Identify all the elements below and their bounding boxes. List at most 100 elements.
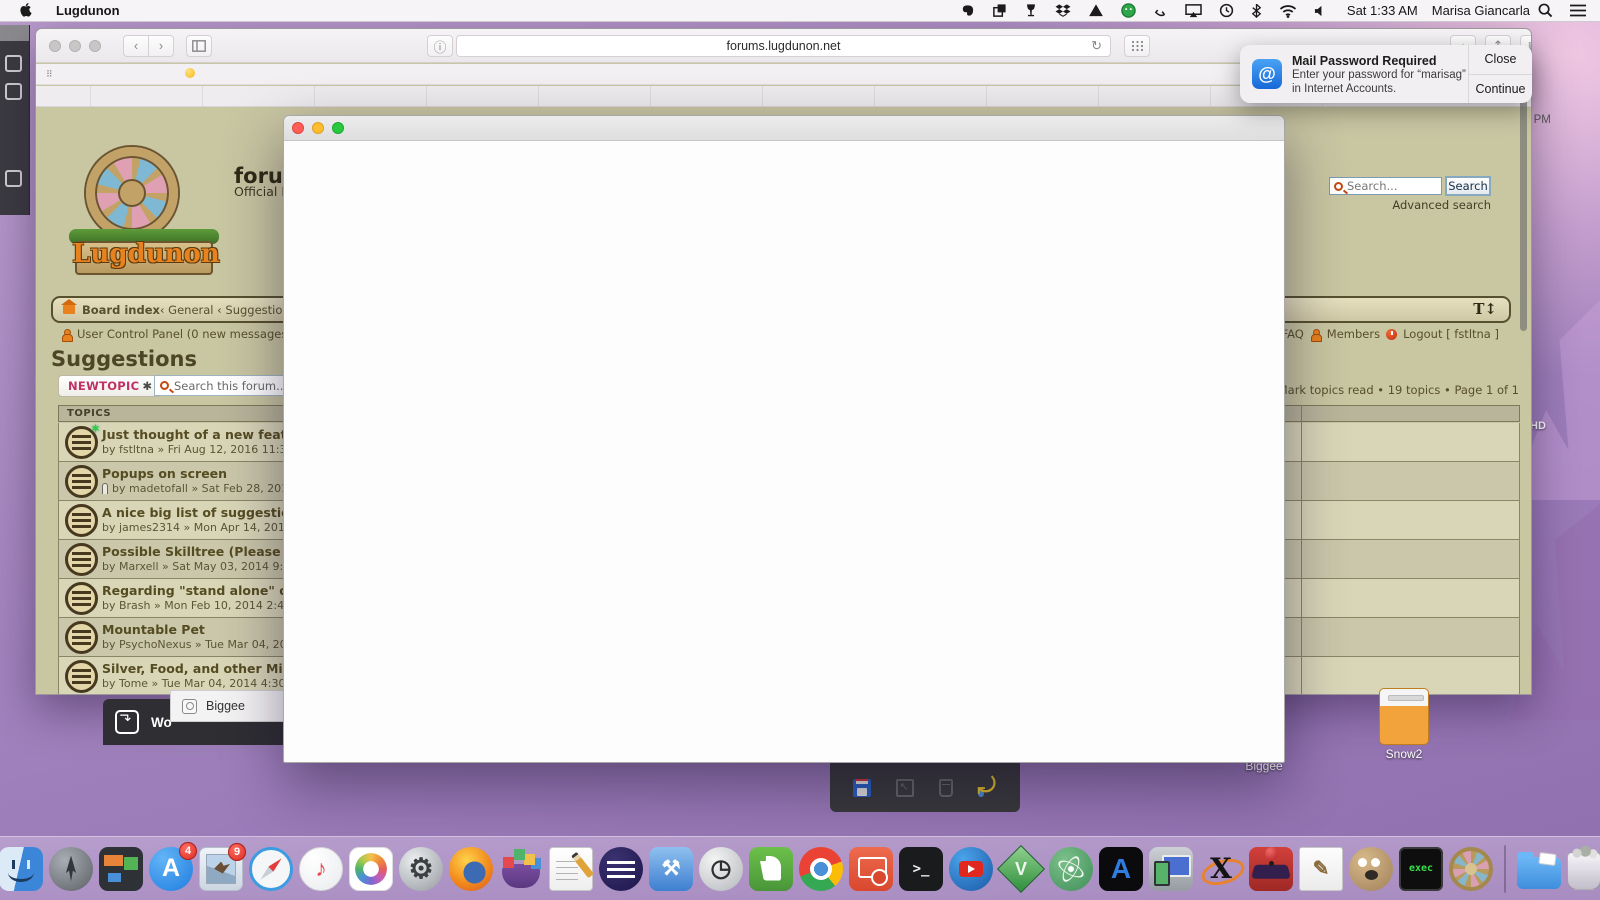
mission-control-icon[interactable] — [99, 847, 143, 891]
document-editor-icon[interactable]: ✎ — [1299, 847, 1343, 891]
bookmark-item[interactable] — [91, 86, 203, 106]
atom-icon[interactable] — [1049, 847, 1093, 891]
scrollbar-thumb[interactable] — [1520, 65, 1527, 331]
undo-icon[interactable] — [978, 779, 998, 797]
logout-link[interactable]: Logout [ fstltna ] — [1403, 327, 1499, 341]
back-button[interactable]: ‹ — [123, 35, 149, 57]
bookmark-item[interactable] — [651, 86, 763, 106]
forward-button[interactable]: › — [148, 35, 174, 57]
mail-icon[interactable]: 9 — [199, 847, 243, 891]
spotlight-icon[interactable] — [1538, 3, 1553, 18]
phone-icon[interactable] — [1153, 3, 1168, 18]
bookmark-item[interactable] — [203, 86, 315, 106]
forum-search-input[interactable]: Search... — [1329, 177, 1442, 195]
bookmark-item[interactable] — [427, 86, 539, 106]
evernote-icon[interactable] — [960, 3, 975, 18]
topic-title[interactable]: Popups on screen — [102, 466, 227, 481]
home-icon[interactable] — [63, 305, 75, 314]
window-close-button[interactable] — [292, 122, 304, 134]
airplay-display-icon[interactable] — [1185, 3, 1202, 18]
bookmark-item[interactable] — [1099, 86, 1211, 106]
exec-terminal-icon[interactable]: exec — [1399, 847, 1443, 891]
backup-clock-icon[interactable]: ◷ — [699, 847, 743, 891]
wineskin-icon[interactable] — [1024, 3, 1038, 18]
xcode-icon[interactable]: ⚒ — [649, 847, 693, 891]
breadcrumb-rest[interactable]: ‹ General ‹ Suggestions — [160, 303, 296, 317]
lugdunon-client-icon[interactable] — [1449, 847, 1493, 891]
topic-title[interactable]: Just thought of a new feature — [102, 427, 310, 442]
gimp-icon[interactable] — [1349, 847, 1393, 891]
dropbox-icon[interactable] — [1055, 3, 1071, 18]
bluetooth-icon[interactable] — [1251, 3, 1262, 18]
joystick-icon[interactable] — [1249, 847, 1293, 891]
popup-titlebar[interactable] — [284, 116, 1284, 141]
window-close-button[interactable] — [49, 40, 61, 52]
wifi-icon[interactable] — [1279, 4, 1297, 18]
bookmark-item[interactable] — [315, 86, 427, 106]
lugdunon-logo[interactable]: Lugdunon — [61, 147, 231, 282]
trash-icon[interactable] — [1567, 852, 1600, 890]
search-button[interactable]: Search — [1445, 176, 1491, 196]
green-status-icon[interactable] — [1121, 3, 1136, 18]
members-link[interactable]: Members — [1327, 327, 1380, 341]
window-zoom-button[interactable] — [89, 40, 101, 52]
restore-icon[interactable] — [896, 779, 914, 797]
advanced-search-link[interactable]: Advanced search — [1321, 198, 1491, 212]
textedit-icon[interactable] — [549, 847, 593, 891]
window-zoom-button[interactable] — [332, 122, 344, 134]
close-button[interactable]: Close — [1469, 45, 1532, 74]
launchpad-icon[interactable] — [49, 847, 93, 891]
volume-icon[interactable] — [1314, 4, 1327, 18]
menu-bar-user[interactable]: Marisa Giancarla — [1432, 3, 1530, 18]
drive-menu-item[interactable]: Biggee — [170, 690, 289, 722]
favorites-grid-icon[interactable]: ⠿ — [46, 69, 54, 80]
window-minimize-button[interactable] — [69, 40, 81, 52]
vim-icon[interactable]: V — [999, 847, 1043, 891]
remote-desktop-icon[interactable] — [849, 847, 893, 891]
game-bowl-icon[interactable] — [499, 847, 543, 891]
system-preferences-icon[interactable]: ⚙ — [399, 847, 443, 891]
bookmark-item[interactable] — [875, 86, 987, 106]
time-machine-icon[interactable] — [1219, 3, 1234, 18]
copy-windows-icon[interactable] — [992, 3, 1007, 18]
chrome-icon[interactable] — [799, 847, 843, 891]
window-minimize-button[interactable] — [312, 122, 324, 134]
a-letter-app-icon[interactable]: A — [1099, 847, 1143, 891]
apple-menu-icon[interactable] — [20, 3, 34, 19]
topic-title[interactable]: Mountable Pet — [102, 622, 205, 637]
bookmark-item[interactable] — [763, 86, 875, 106]
top-sites-grid-button[interactable] — [1124, 35, 1150, 57]
eclipse-icon[interactable] — [599, 847, 643, 891]
photos-icon[interactable] — [349, 847, 393, 891]
itunes-icon[interactable]: ♪ — [299, 847, 343, 891]
app-store-icon[interactable]: A 4 — [149, 847, 193, 891]
finder-icon[interactable] — [0, 847, 43, 891]
user-control-panel-link[interactable]: User Control Panel (0 new messages) — [61, 327, 292, 341]
dock-separator[interactable] — [1504, 845, 1506, 893]
bookmark-item[interactable] — [539, 86, 651, 106]
desktop-drive-snow2[interactable]: Snow2 — [1378, 688, 1430, 762]
bookmark-item[interactable] — [987, 86, 1099, 106]
bookmark-item[interactable] — [174, 68, 211, 81]
youtube-icon[interactable] — [949, 847, 993, 891]
breadcrumb-board-index[interactable]: Board index — [82, 303, 160, 317]
url-field[interactable]: forums.lugdunon.net ↻ — [456, 35, 1111, 57]
reload-icon[interactable]: ↻ — [1091, 38, 1102, 54]
safari-icon[interactable] — [249, 847, 293, 891]
devices-icon[interactable] — [1149, 847, 1193, 891]
topic-title[interactable]: A nice big list of suggestions! — [102, 505, 312, 520]
save-icon[interactable] — [853, 779, 871, 797]
evernote-icon[interactable] — [749, 847, 793, 891]
info-button[interactable]: ⓘ — [427, 35, 453, 57]
menu-bar-clock[interactable]: Sat 1:33 AM — [1347, 3, 1418, 18]
text-size-button[interactable]: T↕ — [1473, 300, 1497, 318]
documents-folder-icon[interactable] — [1517, 857, 1561, 889]
xquartz-icon[interactable]: X — [1199, 847, 1243, 891]
terminal-icon[interactable]: >_ — [899, 847, 943, 891]
notification-center-icon[interactable] — [1570, 4, 1586, 17]
new-topic-button[interactable]: NEWTOPIC ✱ — [58, 375, 162, 397]
warning-icon[interactable] — [1088, 3, 1104, 18]
delete-icon[interactable] — [939, 779, 953, 797]
active-app-name[interactable]: Lugdunon — [56, 3, 120, 18]
sidebar-button[interactable] — [186, 35, 212, 57]
